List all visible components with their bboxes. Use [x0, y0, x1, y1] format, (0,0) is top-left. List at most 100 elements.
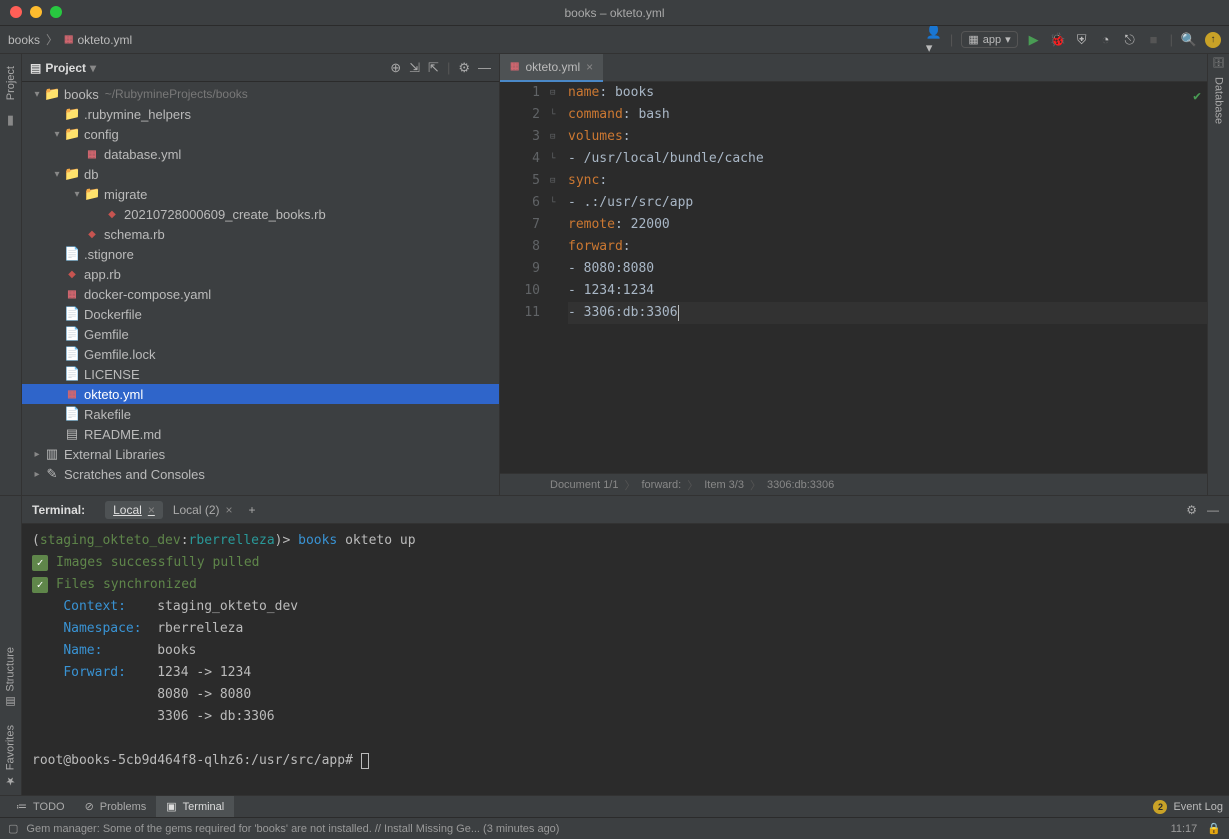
tree-item[interactable]: 📄Rakefile [22, 404, 499, 424]
expand-chevron-icon[interactable]: ▾ [50, 129, 64, 140]
expand-chevron-icon[interactable]: ▾ [70, 189, 84, 200]
stop-icon[interactable]: ■ [1146, 32, 1162, 48]
code-line[interactable]: - 3306:db:3306 [568, 302, 1207, 324]
tree-item[interactable]: ◆20210728000609_create_books.rb [22, 204, 499, 224]
code-line[interactable]: command: bash [568, 104, 1207, 126]
divider: | [1170, 32, 1173, 47]
line-number-gutter[interactable]: 1234567891011 [500, 82, 550, 473]
expand-chevron-icon[interactable]: ▸ [30, 469, 44, 480]
editor-crumb[interactable]: Document 1/1 [550, 479, 618, 491]
divider: | [447, 60, 450, 76]
tree-item[interactable]: 📄Gemfile.lock [22, 344, 499, 364]
tree-item[interactable]: ▦database.yml [22, 144, 499, 164]
fold-gutter[interactable]: ⊟└⊟└⊟└ [550, 82, 564, 473]
event-log-tab[interactable]: Event Log [1173, 801, 1223, 813]
status-message[interactable]: Gem manager: Some of the gems required f… [26, 823, 559, 835]
code-line[interactable]: volumes: [568, 126, 1207, 148]
expand-icon[interactable]: ⇲ [409, 60, 420, 76]
tree-item[interactable]: ◆schema.rb [22, 224, 499, 244]
tree-item[interactable]: ▾📁books~/RubymineProjects/books [22, 84, 499, 104]
run-icon[interactable]: ▶ [1026, 32, 1042, 48]
tree-item[interactable]: 📄.stignore [22, 244, 499, 264]
add-config-icon[interactable]: 👤▾ [926, 32, 942, 48]
close-tab-icon[interactable]: × [586, 60, 593, 74]
code-line[interactable]: - 1234:1234 [568, 280, 1207, 302]
terminal-tab[interactable]: Local (2)× [165, 501, 241, 519]
terminal-tab[interactable]: ▣Terminal [156, 796, 234, 817]
update-icon[interactable]: ↑ [1205, 32, 1221, 48]
todo-tab[interactable]: ≔TODO [6, 796, 75, 817]
breadcrumb-project[interactable]: books [8, 33, 40, 47]
terminal-output[interactable]: (staging_okteto_dev:rberrelleza)> books … [22, 524, 1229, 795]
tree-item[interactable]: 📁.rubymine_helpers [22, 104, 499, 124]
tree-item[interactable]: 📄Gemfile [22, 324, 499, 344]
file-icon: 📄 [64, 366, 80, 382]
code-line[interactable]: - .:/usr/src/app [568, 192, 1207, 214]
gear-icon[interactable]: ⚙ [458, 60, 470, 76]
close-icon[interactable]: × [226, 503, 233, 517]
tree-item[interactable]: ▦docker-compose.yaml [22, 284, 499, 304]
expand-chevron-icon[interactable]: ▸ [30, 449, 44, 460]
tree-item-label: okteto.yml [84, 387, 143, 402]
run-configuration-dropdown[interactable]: ▦ app ▾ [961, 31, 1017, 48]
database-tool-tab[interactable]: Database [1213, 69, 1225, 132]
hide-icon[interactable]: — [478, 60, 491, 76]
collapse-icon[interactable]: ⇱ [428, 60, 439, 76]
structure-tool-tab[interactable]: ▤Structure [0, 639, 21, 717]
left-tool-strip-bottom: ▤Structure ★Favorites [0, 496, 22, 795]
tree-item[interactable]: 📄LICENSE [22, 364, 499, 384]
editor-breadcrumbs[interactable]: Document 1/1〉forward:〉Item 3/3〉3306:db:3… [500, 473, 1207, 495]
tree-item[interactable]: ▸✎Scratches and Consoles [22, 464, 499, 484]
search-icon[interactable]: 🔍 [1181, 32, 1197, 48]
terminal-tab[interactable]: Local× [105, 501, 163, 519]
code-area[interactable]: ✔ name: bookscommand: bashvolumes: - /us… [564, 82, 1207, 473]
close-window-icon[interactable] [10, 6, 22, 18]
cursor-position[interactable]: 11:17 [1171, 823, 1198, 835]
lock-icon[interactable]: 🔒 [1207, 822, 1221, 835]
editor-crumb[interactable]: Item 3/3 [704, 479, 744, 491]
code-line[interactable]: forward: [568, 236, 1207, 258]
tree-item[interactable]: ▦ okteto.yml [22, 384, 499, 404]
profile-icon[interactable]: ◔ [1098, 32, 1114, 48]
attach-icon[interactable]: ⎋ [1122, 32, 1138, 48]
editor-tab[interactable]: ▦ okteto.yml × [500, 54, 603, 82]
problems-tab[interactable]: ⊘Problems [75, 796, 157, 817]
code-line[interactable]: - 8080:8080 [568, 258, 1207, 280]
maximize-window-icon[interactable] [50, 6, 62, 18]
debug-icon[interactable]: 🐞 [1050, 32, 1066, 48]
database-icon[interactable]: 🗄 [1212, 58, 1225, 69]
code-line[interactable]: sync: [568, 170, 1207, 192]
yml-icon: ▦ [64, 389, 80, 400]
editor-crumb[interactable]: forward: [641, 479, 681, 491]
folder-icon: 📁 [64, 106, 80, 122]
tree-item[interactable]: 📄Dockerfile [22, 304, 499, 324]
chevron-down-icon[interactable]: ▾ [90, 61, 96, 75]
breadcrumb-file[interactable]: okteto.yml [78, 33, 133, 47]
project-tree[interactable]: ▾📁books~/RubymineProjects/books📁.rubymin… [22, 82, 499, 495]
tree-item[interactable]: ▤README.md [22, 424, 499, 444]
gear-icon[interactable]: ⚙ [1186, 503, 1197, 517]
project-tool-tab[interactable]: Project [5, 58, 17, 108]
bookmark-icon[interactable]: ▮ [7, 112, 14, 128]
expand-chevron-icon[interactable]: ▾ [50, 169, 64, 180]
code-line[interactable]: name: books [568, 82, 1207, 104]
file-icon: 📄 [64, 406, 80, 422]
tree-item[interactable]: ▾📁db [22, 164, 499, 184]
minimize-window-icon[interactable] [30, 6, 42, 18]
hide-icon[interactable]: — [1207, 503, 1219, 517]
tree-item[interactable]: ◆app.rb [22, 264, 499, 284]
locate-icon[interactable]: ⊕ [390, 60, 401, 76]
terminal-tool-window: Terminal: Local×Local (2)× + ⚙ — (stagin… [22, 496, 1229, 795]
tree-item[interactable]: ▾📁config [22, 124, 499, 144]
tree-item[interactable]: ▸▥External Libraries [22, 444, 499, 464]
code-line[interactable]: - /usr/local/bundle/cache [568, 148, 1207, 170]
favorites-tool-tab[interactable]: ★Favorites [0, 717, 21, 795]
close-icon[interactable]: × [148, 503, 155, 517]
status-icon[interactable]: ▢ [8, 822, 18, 835]
editor-crumb[interactable]: 3306:db:3306 [767, 479, 834, 491]
expand-chevron-icon[interactable]: ▾ [30, 89, 44, 100]
coverage-icon[interactable]: ⛨ [1074, 32, 1090, 48]
tree-item[interactable]: ▾📁migrate [22, 184, 499, 204]
code-line[interactable]: remote: 22000 [568, 214, 1207, 236]
add-terminal-icon[interactable]: + [249, 503, 256, 517]
